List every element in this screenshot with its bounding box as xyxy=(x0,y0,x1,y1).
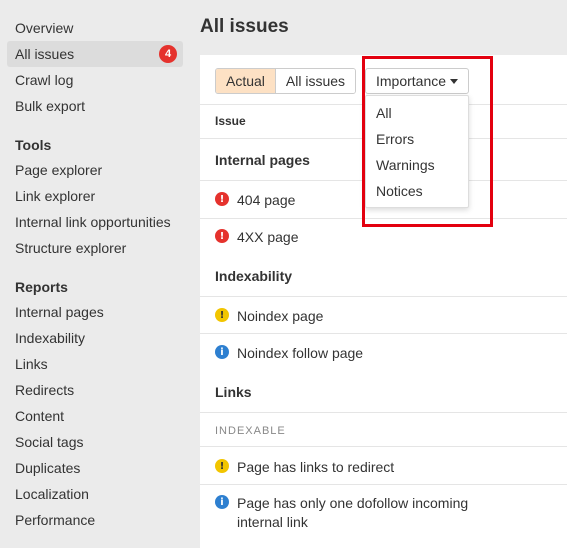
divider xyxy=(200,446,567,447)
issue-label: Noindex page xyxy=(237,308,324,324)
divider xyxy=(200,333,567,334)
sidebar-item-label: Redirects xyxy=(15,382,75,398)
sidebar-item-label: Indexability xyxy=(15,330,86,346)
divider xyxy=(200,296,567,297)
issue-row[interactable]: ! 4XX page xyxy=(215,228,299,247)
menu-item-errors[interactable]: Errors xyxy=(376,131,414,147)
group-title-links: Links xyxy=(215,384,252,400)
sidebar-item-label: All issues xyxy=(15,46,75,62)
sidebar-item-internal-link-opportunities[interactable]: Internal link opportunities xyxy=(7,209,183,235)
importance-dropdown[interactable]: Importance xyxy=(365,68,469,94)
warning-icon: ! xyxy=(215,459,229,473)
sidebar-item-crawl-log[interactable]: Crawl log xyxy=(7,67,183,93)
issue-row[interactable]: ! Noindex page xyxy=(215,307,323,326)
sidebar-item-label: Performance xyxy=(15,512,96,528)
actual-toggle-button[interactable]: Actual xyxy=(216,69,275,93)
actual-all-toggle: Actual All issues xyxy=(215,68,357,94)
subgroup-title-indexable: INDEXABLE xyxy=(215,425,286,437)
sidebar-item-indexability[interactable]: Indexability xyxy=(7,325,183,351)
issue-label: 4XX page xyxy=(237,229,299,245)
menu-item-notices[interactable]: Notices xyxy=(376,183,423,199)
sidebar: Overview All issues 4 Crawl log Bulk exp… xyxy=(0,0,190,548)
sidebar-item-label: Internal pages xyxy=(15,304,104,320)
sidebar-item-label: Localization xyxy=(15,486,89,502)
info-icon: i xyxy=(215,345,229,359)
sidebar-item-overview[interactable]: Overview xyxy=(7,15,183,41)
sidebar-item-redirects[interactable]: Redirects xyxy=(7,377,183,403)
sidebar-item-label: Structure explorer xyxy=(15,240,127,256)
warning-icon: ! xyxy=(215,308,229,322)
menu-item-warnings[interactable]: Warnings xyxy=(376,157,435,173)
issue-label: 404 page xyxy=(237,192,296,208)
sidebar-item-label: Social tags xyxy=(15,434,84,450)
page-title: All issues xyxy=(200,16,289,37)
issues-count-badge: 4 xyxy=(159,45,177,63)
sidebar-item-page-explorer[interactable]: Page explorer xyxy=(7,157,183,183)
divider xyxy=(200,218,567,219)
menu-item-all[interactable]: All xyxy=(376,105,392,121)
issue-row[interactable]: ! Page has links to redirect xyxy=(215,458,394,477)
group-title-indexability: Indexability xyxy=(215,268,293,284)
sidebar-item-performance[interactable]: Performance xyxy=(7,507,183,533)
error-icon: ! xyxy=(215,229,229,243)
sidebar-item-label: Link explorer xyxy=(15,188,96,204)
sidebar-item-label: Links xyxy=(15,356,48,372)
issue-row[interactable]: i Noindex follow page xyxy=(215,344,363,363)
sidebar-item-link-explorer[interactable]: Link explorer xyxy=(7,183,183,209)
issue-row[interactable]: i Page has only one dofollow incoming in… xyxy=(215,494,487,532)
sidebar-item-label: Overview xyxy=(15,20,74,36)
importance-menu: All Errors Warnings Notices xyxy=(365,95,469,208)
tools-heading: Tools xyxy=(15,137,52,153)
reports-heading: Reports xyxy=(15,279,68,295)
sidebar-item-all-issues[interactable]: All issues 4 xyxy=(7,41,183,67)
sidebar-item-internal-pages[interactable]: Internal pages xyxy=(7,299,183,325)
issue-label: Page has links to redirect xyxy=(237,459,395,475)
issue-label: Noindex follow page xyxy=(237,345,364,361)
issue-label: Page has only one dofollow incoming inte… xyxy=(237,495,469,530)
issue-row[interactable]: ! 404 page xyxy=(215,191,295,210)
sidebar-item-social-tags[interactable]: Social tags xyxy=(7,429,183,455)
sidebar-item-bulk-export[interactable]: Bulk export xyxy=(7,93,183,119)
sidebar-item-structure-explorer[interactable]: Structure explorer xyxy=(7,235,183,261)
importance-dropdown-label: Importance xyxy=(376,73,447,89)
divider xyxy=(200,484,567,485)
divider xyxy=(200,412,567,413)
sidebar-item-label: Content xyxy=(15,408,65,424)
group-title-internal-pages: Internal pages xyxy=(215,152,310,168)
sidebar-item-label: Internal link opportunities xyxy=(15,214,171,230)
sidebar-item-label: Bulk export xyxy=(15,98,86,114)
sidebar-item-content[interactable]: Content xyxy=(7,403,183,429)
sidebar-item-duplicates[interactable]: Duplicates xyxy=(7,455,183,481)
all-issues-toggle-button[interactable]: All issues xyxy=(274,69,356,93)
issue-column-header: Issue xyxy=(215,114,246,128)
sidebar-item-label: Duplicates xyxy=(15,460,81,476)
info-icon: i xyxy=(215,495,229,509)
sidebar-item-label: Page explorer xyxy=(15,162,103,178)
sidebar-item-label: Crawl log xyxy=(15,72,74,88)
caret-down-icon xyxy=(450,79,458,84)
error-icon: ! xyxy=(215,192,229,206)
sidebar-item-links[interactable]: Links xyxy=(7,351,183,377)
sidebar-item-localization[interactable]: Localization xyxy=(7,481,183,507)
